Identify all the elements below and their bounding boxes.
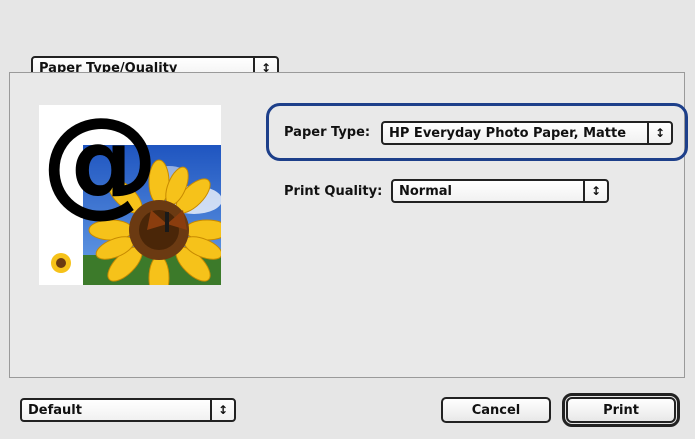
paper-type-popup[interactable]: HP Everyday Photo Paper, Matte ↕ xyxy=(381,121,673,145)
print-quality-label: Print Quality: xyxy=(284,184,383,199)
paper-type-value: HP Everyday Photo Paper, Matte xyxy=(389,125,627,141)
at-symbol-icon: @ xyxy=(41,105,159,229)
presets-value: Default xyxy=(28,402,82,418)
cancel-button[interactable]: Cancel xyxy=(441,397,551,423)
up-down-arrows-icon: ↕ xyxy=(654,126,666,140)
print-button[interactable]: Print xyxy=(562,393,680,427)
print-quality-value: Normal xyxy=(399,183,452,199)
paper-type-label: Paper Type: xyxy=(284,125,371,140)
presets-popup[interactable]: Default ↕ xyxy=(20,398,236,422)
up-down-arrows-icon: ↕ xyxy=(217,403,229,417)
paper-preview-image: @ xyxy=(39,105,221,285)
up-down-arrows-icon: ↕ xyxy=(590,184,602,198)
sunflower-photo: @ xyxy=(41,105,221,285)
print-quality-popup[interactable]: Normal ↕ xyxy=(391,179,609,203)
